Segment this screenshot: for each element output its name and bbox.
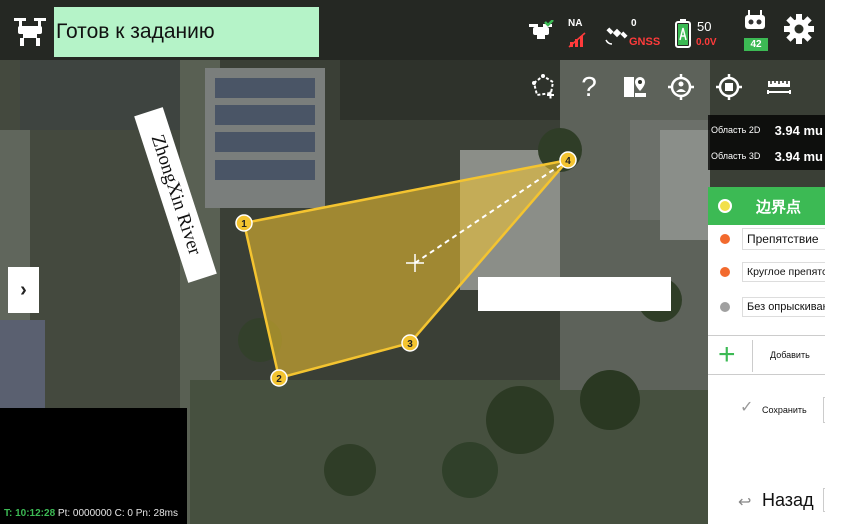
help-tool[interactable]: ?: [572, 70, 606, 104]
obstacle-dot-icon: [720, 234, 730, 244]
area-3d-label: Область 3D: [711, 151, 761, 161]
remote-controller-status[interactable]: 42: [740, 8, 770, 51]
polygon-add-icon: [532, 74, 555, 99]
area-3d-row: Область 3D 3.94 mu: [711, 145, 823, 167]
waypoint-label: 4: [565, 156, 571, 167]
map-layer-tool[interactable]: [618, 70, 652, 104]
settings-gear-icon[interactable]: [782, 12, 816, 46]
help-icon: ?: [581, 71, 597, 102]
back-arrow-icon: ↩: [738, 494, 752, 511]
point-type-panel: 边界点 Препятствие Круглое препятствие Без …: [708, 187, 860, 524]
chevron-right-icon: ›: [20, 278, 27, 301]
area-2d-row: Область 2D 3.94 mu: [711, 119, 823, 141]
back-label: Назад: [762, 490, 814, 510]
waypoint-1[interactable]: 1: [235, 214, 253, 232]
waypoint-label: 2: [276, 374, 282, 385]
right-edge-panel: [825, 0, 866, 524]
ruler-icon: [767, 81, 791, 94]
status-banner: Готов к заданию: [54, 7, 319, 57]
battery-icon: [675, 19, 691, 48]
gnss-label: GNSS: [629, 36, 661, 48]
obstacle-option[interactable]: Препятствие: [708, 224, 838, 254]
no-spray-dot-icon: [720, 302, 730, 312]
area-2d-label: Область 2D: [711, 125, 761, 135]
telemetry-pt: Pt: 0000000: [57, 508, 112, 519]
round-obstacle-option[interactable]: Круглое препятствие: [708, 257, 850, 287]
add-label: Добавить: [770, 350, 810, 360]
rtk-label: NA: [568, 18, 583, 29]
ruler-tool[interactable]: [762, 70, 796, 104]
waypoint-3[interactable]: 3: [401, 334, 419, 352]
locate-drone-tool[interactable]: [712, 70, 746, 104]
drone-icon[interactable]: [12, 14, 48, 48]
add-point-button[interactable]: + Добавить: [708, 335, 825, 375]
gnss-status[interactable]: 0 GNSS: [604, 10, 664, 52]
blank-overlay: [478, 277, 671, 311]
waypoint-label: 1: [241, 219, 247, 230]
waypoint-2[interactable]: 2: [270, 369, 288, 387]
telemetry-bar: T: 10:12:28 Pt: 0000000 C: 0 Pn: 28ms: [4, 508, 178, 519]
controller-badge: 42: [744, 38, 768, 51]
waypoint-label: 3: [407, 339, 413, 350]
divider: [752, 340, 753, 372]
map-pin-icon: [624, 77, 646, 97]
status-text: Готов к заданию: [56, 20, 215, 43]
boundary-point-label: 边界点: [756, 198, 802, 216]
obstacle-label: Препятствие: [742, 228, 838, 250]
locate-drone-icon: [716, 74, 742, 100]
battery-status[interactable]: 50 0.0V: [674, 10, 724, 52]
satellite-count: 0: [631, 18, 637, 29]
signal-bars-icon: [568, 32, 586, 48]
waypoint-4[interactable]: 4: [559, 151, 577, 169]
no-spray-option[interactable]: Без опрыскивания: [708, 292, 842, 322]
battery-percent: 50: [697, 19, 712, 34]
mission-planner-screen: 1 2 3 4 ZhongXin River Готов к заданию N…: [0, 0, 866, 524]
battery-voltage: 0.0V: [696, 37, 717, 48]
area-3d-value: 3.94 mu: [774, 148, 823, 164]
checkmark-icon: ✓: [740, 399, 754, 416]
telemetry-c: C: 0: [114, 508, 133, 519]
rtk-status[interactable]: NA: [528, 10, 588, 52]
camera-feed[interactable]: [0, 408, 187, 524]
plus-icon: +: [718, 338, 736, 371]
top-status-bar: Готов к заданию NA 0 GNSS 50 0.0V 42: [0, 0, 825, 60]
locate-user-tool[interactable]: [664, 70, 698, 104]
telemetry-pn: Pn: 28ms: [135, 508, 179, 519]
locate-user-icon: [668, 74, 694, 100]
area-2d-value: 3.94 mu: [774, 122, 823, 138]
boundary-dot-icon: [718, 199, 732, 213]
area-info-panel: Область 2D 3.94 mu Область 3D 3.94 mu: [708, 115, 825, 170]
remote-controller-icon: [745, 10, 765, 29]
drone-rtk-icon: [529, 20, 554, 39]
boundary-point-button[interactable]: 边界点: [708, 187, 825, 225]
add-polygon-tool[interactable]: [526, 70, 560, 104]
expand-panel-button[interactable]: ›: [8, 267, 39, 313]
save-label: Сохранить: [762, 405, 807, 415]
telemetry-time: T: 10:12:28: [4, 508, 56, 519]
satellite-icon: [605, 27, 628, 45]
round-obstacle-dot-icon: [720, 267, 730, 277]
